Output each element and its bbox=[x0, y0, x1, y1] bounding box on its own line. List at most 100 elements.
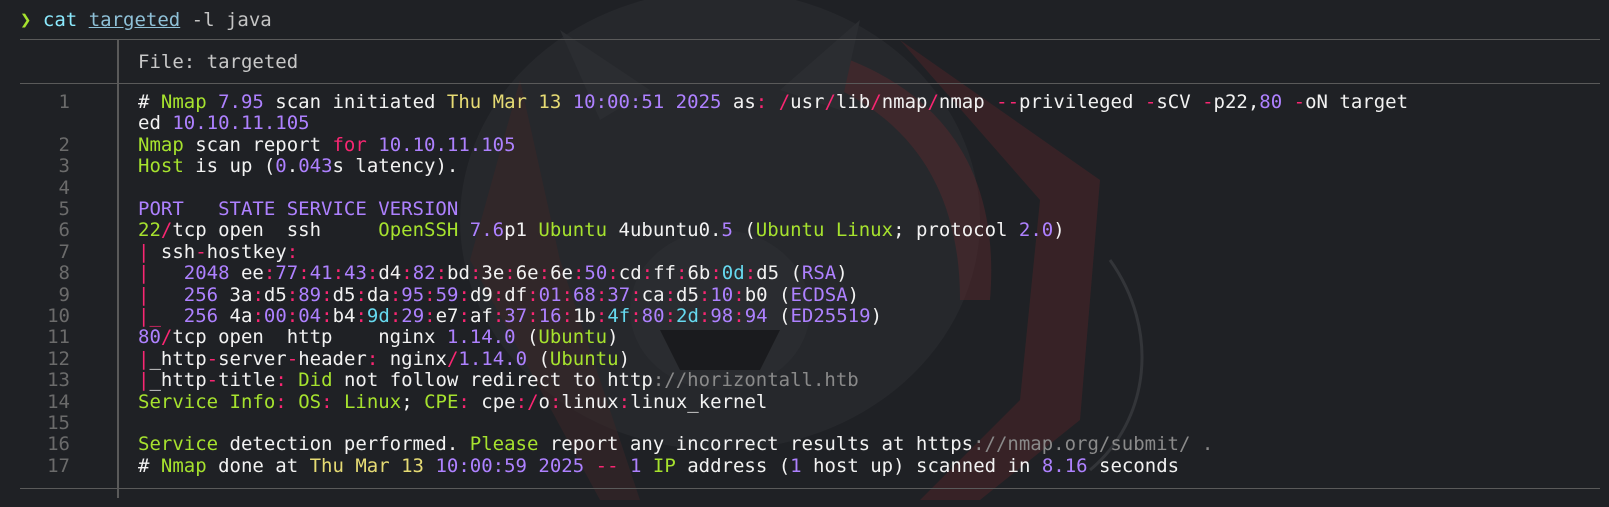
token: 41 bbox=[309, 262, 333, 285]
token: Service bbox=[138, 433, 219, 456]
token: Ubuntu Linux bbox=[755, 219, 894, 242]
token: : bbox=[252, 305, 264, 327]
token: 10:00:51 2025 bbox=[572, 91, 722, 113]
token: 22 bbox=[138, 219, 161, 242]
token: address ( bbox=[675, 454, 791, 477]
token: : bbox=[538, 262, 551, 285]
token: : bbox=[389, 283, 402, 306]
token: 6b bbox=[687, 262, 711, 285]
token: 80 bbox=[1259, 91, 1283, 113]
token: Nmap bbox=[160, 454, 207, 477]
token: 7.6 bbox=[469, 219, 505, 242]
token: Ubuntu bbox=[549, 347, 619, 370]
token: 10.10.11.105 bbox=[378, 133, 516, 156]
token: ://horizontall.htb bbox=[652, 369, 859, 392]
token: : bbox=[698, 305, 711, 327]
token: report any incorrect results at https bbox=[538, 433, 974, 456]
token: : bbox=[401, 262, 413, 285]
token: : bbox=[641, 262, 654, 285]
line-number: 5 bbox=[58, 198, 70, 220]
token: 6e bbox=[515, 262, 539, 285]
token: : bbox=[355, 305, 367, 327]
token: scan report bbox=[183, 133, 333, 156]
token: : bbox=[572, 262, 585, 285]
token: _http bbox=[149, 347, 207, 370]
token: ) bbox=[618, 347, 631, 370]
token: oN target bbox=[1305, 91, 1409, 113]
token: : bbox=[458, 390, 470, 413]
line-number: 3 bbox=[58, 155, 70, 178]
token: linux bbox=[561, 390, 619, 413]
token: 4ubuntu0. bbox=[607, 219, 722, 242]
token: : bbox=[492, 283, 505, 306]
token: . bbox=[286, 155, 299, 178]
token: : bbox=[733, 283, 745, 306]
token: 7.95 bbox=[218, 91, 264, 113]
top-divider bbox=[20, 39, 1600, 40]
token: header bbox=[298, 347, 367, 370]
line-number: 9 bbox=[58, 283, 70, 306]
token: : bbox=[676, 262, 688, 285]
code-line: 3 Host is up (0.043s latency). bbox=[0, 155, 1609, 178]
token: d5 bbox=[332, 283, 356, 306]
token: # bbox=[138, 91, 161, 113]
token: -- bbox=[595, 454, 619, 477]
token: ssh bbox=[149, 240, 196, 263]
token: b4 bbox=[332, 305, 356, 327]
token: : bbox=[527, 283, 539, 306]
token: ff bbox=[653, 262, 676, 285]
token: ( bbox=[527, 347, 550, 370]
token: - bbox=[1202, 91, 1214, 113]
token: p22, bbox=[1213, 91, 1260, 113]
token: / bbox=[160, 219, 173, 242]
token: 0 bbox=[275, 155, 287, 178]
line-text: |_http-title: Did not follow redirect to… bbox=[138, 369, 859, 392]
token: | bbox=[138, 369, 150, 392]
token: 00 bbox=[263, 305, 287, 327]
code-line: 12 |_http-server-header: nginx/1.14.0 (Ub… bbox=[0, 347, 1609, 370]
token: : bbox=[595, 305, 608, 327]
token: Nmap bbox=[160, 91, 219, 113]
token: ed bbox=[138, 112, 173, 135]
code-line: 5 PORT STATE SERVICE VERSION bbox=[0, 198, 1609, 220]
line-text: # Nmap done at Thu Mar 13 10:00:59 2025 … bbox=[138, 454, 1179, 477]
command-file-arg[interactable]: targeted bbox=[89, 9, 181, 31]
token: done at bbox=[206, 454, 310, 477]
header-divider bbox=[20, 83, 1600, 84]
token: for bbox=[332, 133, 367, 156]
line-number: 11 bbox=[47, 326, 70, 349]
token: 256 bbox=[183, 283, 219, 306]
token: e7 bbox=[435, 305, 459, 327]
token: : bbox=[504, 262, 516, 285]
token: 80 bbox=[138, 326, 161, 349]
token: server bbox=[218, 347, 287, 370]
token: CPE bbox=[424, 390, 459, 413]
token: Ubuntu bbox=[538, 219, 608, 242]
token: 43 bbox=[344, 262, 367, 285]
token: : bbox=[630, 283, 642, 306]
token: : bbox=[755, 91, 768, 113]
line-text: | 2048 ee:77:41:43:d4:82:bd:3e:6e:6e:50:… bbox=[138, 262, 848, 285]
token: tcp open ssh bbox=[172, 219, 379, 242]
token: / bbox=[160, 326, 173, 349]
token: 89 bbox=[298, 283, 322, 306]
line-text: 22/tcp open ssh OpenSSH 7.6p1 Ubuntu 4ub… bbox=[138, 220, 1065, 241]
token: : bbox=[389, 305, 402, 327]
line-number: 6 bbox=[58, 219, 70, 242]
token: 2.0 bbox=[1018, 219, 1054, 242]
token: : bbox=[275, 390, 287, 413]
token: nmap bbox=[881, 91, 928, 113]
token: o bbox=[538, 390, 550, 413]
token: OS bbox=[298, 390, 322, 413]
token: 37 bbox=[504, 305, 528, 327]
token: : bbox=[710, 262, 722, 285]
token: 3e bbox=[481, 262, 505, 285]
code-line: 4 bbox=[0, 177, 1609, 199]
bottom-divider bbox=[20, 488, 1600, 489]
token: 04 bbox=[298, 305, 322, 327]
token: cd bbox=[618, 262, 642, 285]
